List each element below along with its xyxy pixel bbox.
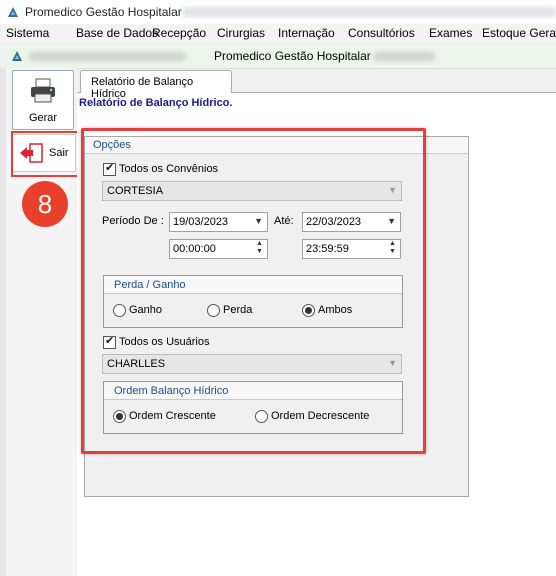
blurred-title-info [183,7,556,17]
menu-consultorios[interactable]: Consultórios [348,26,415,40]
step-number-badge: 8 [22,181,68,227]
menu-exames[interactable]: Exames [429,26,472,40]
menu-recepcao[interactable]: Recepção [152,26,206,40]
app-logo-icon [8,7,18,17]
tab-balanco-hidrico[interactable]: Relatório de Balanço Hídrico [80,70,232,100]
report-title: Relatório de Balanço Hídrico. [79,97,233,109]
app-logo-icon [12,51,22,61]
menu-cirurgias[interactable]: Cirurgias [217,26,265,40]
menu-sistema[interactable]: Sistema [6,26,49,40]
menu-internacao[interactable]: Internação [278,26,335,40]
blurred-inner-info [30,52,185,61]
exit-highlight-box [11,131,81,177]
window-title-bar: Promedico Gestão Hospitalar [0,0,556,24]
menu-bar: Sistema Base de Dados Recepção Cirurgias… [0,24,556,42]
window-title: Promedico Gestão Hospitalar [25,5,182,19]
blurred-inner-info-2 [374,52,434,61]
menu-base-de-dados[interactable]: Base de Dados [76,26,158,40]
inner-window-title: Promedico Gestão Hospitalar [214,49,371,63]
generate-button[interactable]: Gerar [12,70,74,130]
printer-icon [31,78,55,103]
options-highlight-box [81,128,426,454]
generate-label: Gerar [28,112,58,124]
inner-window-title-bar: Promedico Gestão Hospitalar [6,44,556,69]
menu-estoque-geral[interactable]: Estoque Geral [482,26,556,40]
